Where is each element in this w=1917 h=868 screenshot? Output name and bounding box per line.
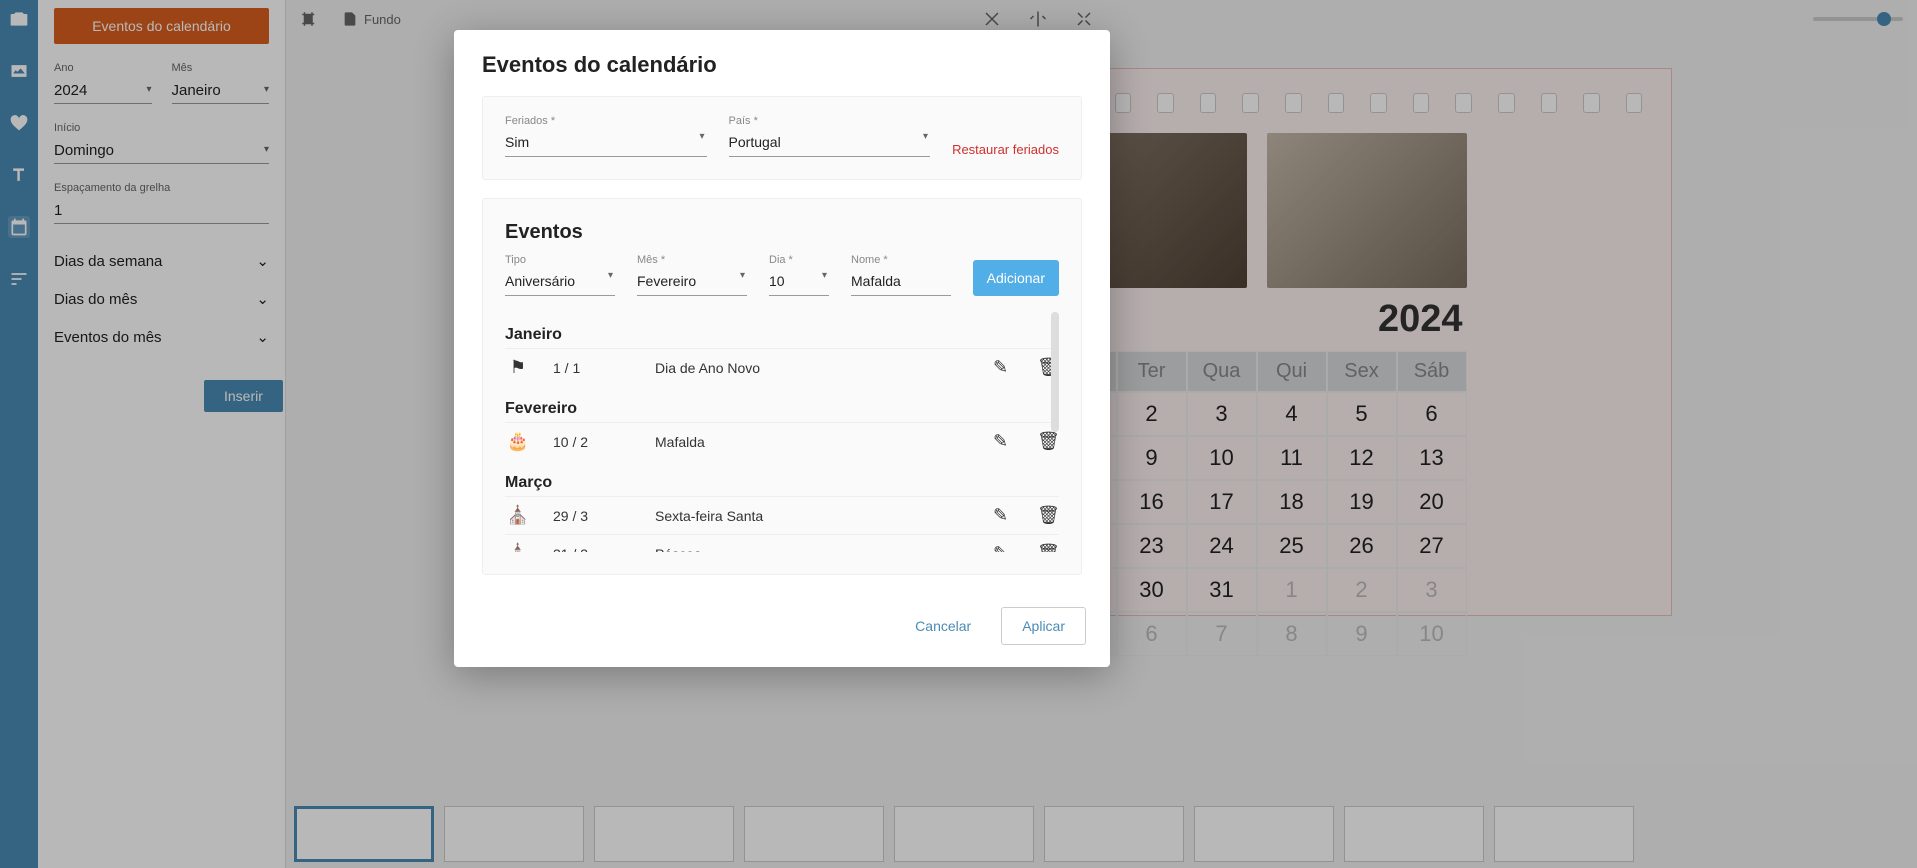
event-row: 🎂 10 / 2 Mafalda ✎ 🗑 — [505, 422, 1059, 460]
add-event-button[interactable]: Adicionar — [973, 260, 1059, 296]
event-name: Dia de Ano Novo — [655, 360, 971, 376]
event-name: Sexta-feira Santa — [655, 508, 971, 524]
event-date: 1 / 1 — [553, 360, 633, 376]
events-section-title: Eventos — [505, 217, 1059, 254]
event-date: 10 / 2 — [553, 434, 633, 450]
event-row: ⛪ 29 / 3 Sexta-feira Santa ✎ 🗑 — [505, 496, 1059, 534]
country-select[interactable]: Portugal — [729, 130, 931, 157]
event-row: ⚑ 1 / 1 Dia de Ano Novo ✎ 🗑 — [505, 348, 1059, 386]
type-label: Tipo — [505, 254, 615, 266]
event-name: Mafalda — [655, 434, 971, 450]
holidays-label: Feriados * — [505, 115, 707, 127]
edit-icon[interactable]: ✎ — [993, 543, 1015, 552]
event-date: 31 / 3 — [553, 546, 633, 553]
church-icon: ⛪ — [505, 543, 531, 552]
event-name-label: Nome * — [851, 254, 951, 266]
month-heading: Janeiro — [505, 322, 1059, 348]
restore-holidays-link[interactable]: Restaurar feriados — [952, 142, 1059, 157]
flag-icon: ⚑ — [505, 357, 531, 378]
cancel-button[interactable]: Cancelar — [903, 608, 983, 644]
calendar-events-dialog: Eventos do calendário Feriados * Sim ▾ P… — [454, 30, 1110, 667]
event-day-label: Dia * — [769, 254, 829, 266]
country-label: País * — [729, 115, 931, 127]
delete-icon[interactable]: 🗑 — [1037, 543, 1059, 552]
holidays-select[interactable]: Sim — [505, 130, 707, 157]
scrollbar[interactable] — [1051, 312, 1059, 432]
event-name-input[interactable] — [851, 269, 951, 296]
church-icon: ⛪ — [505, 505, 531, 526]
edit-icon[interactable]: ✎ — [993, 505, 1015, 526]
month-heading: Fevereiro — [505, 396, 1059, 422]
edit-icon[interactable]: ✎ — [993, 431, 1015, 452]
event-row: ⛪ 31 / 3 Páscoa ✎ 🗑 — [505, 534, 1059, 552]
event-name: Páscoa — [655, 546, 971, 553]
edit-icon[interactable]: ✎ — [993, 357, 1015, 378]
apply-button[interactable]: Aplicar — [1001, 607, 1086, 645]
event-day-select[interactable]: 10 — [769, 269, 829, 296]
month-heading: Março — [505, 470, 1059, 496]
delete-icon[interactable]: 🗑 — [1037, 505, 1059, 526]
events-list: Janeiro ⚑ 1 / 1 Dia de Ano Novo ✎ 🗑 Fever… — [505, 312, 1059, 552]
type-select[interactable]: Aniversário — [505, 269, 615, 296]
event-month-select[interactable]: Fevereiro — [637, 269, 747, 296]
delete-icon[interactable]: 🗑 — [1037, 431, 1059, 452]
event-month-label: Mês * — [637, 254, 747, 266]
cake-icon: 🎂 — [505, 431, 531, 452]
dialog-title: Eventos do calendário — [454, 30, 1110, 96]
event-date: 29 / 3 — [553, 508, 633, 524]
